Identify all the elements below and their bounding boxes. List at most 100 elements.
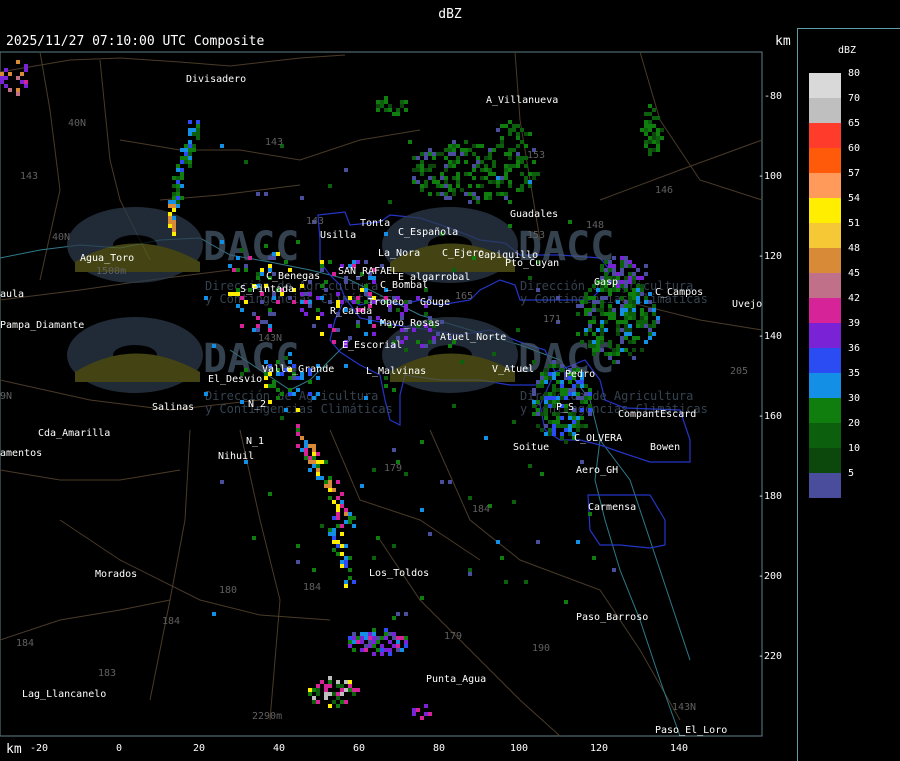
echo-pixel: [568, 428, 572, 432]
echo-pixel: [600, 332, 604, 336]
echo-pixel: [352, 300, 356, 304]
echo-pixel: [632, 292, 636, 296]
place-label: Usilla: [320, 230, 356, 241]
legend-label: 10: [848, 443, 861, 454]
echo-pixel: [476, 200, 480, 204]
echo-pixel: [332, 488, 336, 492]
echo-pixel: [340, 492, 344, 496]
echo-pixel: [588, 308, 592, 312]
echo-pixel: [192, 128, 196, 132]
echo-pixel: [464, 172, 468, 176]
echo-pixel: [496, 128, 500, 132]
echo-pixel: [632, 316, 636, 320]
echo-pixel: [352, 516, 356, 520]
echo-pixel: [396, 640, 400, 644]
echo-pixel: [628, 280, 632, 284]
echo-pixel: [540, 412, 544, 416]
echo-pixel: [184, 144, 188, 148]
echo-pixel: [180, 160, 184, 164]
svg-text:146: 146: [655, 185, 673, 196]
echo-pixel: [540, 472, 544, 476]
echo-pixel: [204, 296, 208, 300]
echo-pixel: [356, 260, 360, 264]
echo-pixel: [460, 148, 464, 152]
echo-pixel: [596, 300, 600, 304]
echo-pixel: [344, 168, 348, 172]
echo-pixel: [292, 300, 296, 304]
echo-pixel: [196, 128, 200, 132]
echo-pixel: [352, 648, 356, 652]
echo-pixel: [316, 464, 320, 468]
svg-text:165: 165: [455, 291, 473, 302]
echo-pixel: [488, 148, 492, 152]
echo-pixel: [504, 172, 508, 176]
svg-text:184: 184: [303, 582, 321, 593]
legend-swatch: 20: [809, 418, 860, 448]
echo-pixel: [316, 700, 320, 704]
legend-label: 54: [848, 193, 861, 204]
echo-pixel: [444, 148, 448, 152]
echo-pixel: [612, 568, 616, 572]
radar-map[interactable]: DACC Dirección de Agricultura y Continge…: [0, 0, 797, 761]
echo-pixel: [548, 376, 552, 380]
echo-pixel: [552, 364, 556, 368]
echo-pixel: [556, 396, 560, 400]
echo-pixel: [488, 168, 492, 172]
echo-pixel: [420, 160, 424, 164]
echo-pixel: [316, 296, 320, 300]
echo-pixel: [432, 156, 436, 160]
legend-label: 30: [848, 393, 861, 404]
echo-pixel: [360, 636, 364, 640]
echo-pixel: [316, 376, 320, 380]
echo-pixel: [388, 652, 392, 656]
echo-pixel: [240, 400, 244, 404]
echo-pixel: [332, 528, 336, 532]
echo-pixel: [404, 348, 408, 352]
echo-pixel: [464, 192, 468, 196]
echo-pixel: [596, 344, 600, 348]
echo-pixel: [292, 376, 296, 380]
echo-pixel: [336, 480, 340, 484]
echo-pixel: [376, 100, 380, 104]
echo-pixel: [384, 636, 388, 640]
echo-pixel: [336, 540, 340, 544]
echo-pixel: [628, 304, 632, 308]
echo-pixel: [508, 132, 512, 136]
echo-pixel: [476, 160, 480, 164]
echo-pixel: [340, 684, 344, 688]
echo-pixel: [588, 340, 592, 344]
echo-pixel: [560, 392, 564, 396]
echo-pixel: [476, 184, 480, 188]
echo-pixel: [256, 272, 260, 276]
echo-pixel: [352, 640, 356, 644]
echo-pixel: [656, 136, 660, 140]
echo-pixel: [252, 328, 256, 332]
echo-pixel: [576, 428, 580, 432]
echo-pixel: [620, 320, 624, 324]
echo-pixel: [608, 264, 612, 268]
echo-pixel: [308, 444, 312, 448]
place-label: Nihuil: [218, 451, 254, 462]
echo-pixel: [588, 408, 592, 412]
echo-pixel: [172, 184, 176, 188]
echo-pixel: [620, 328, 624, 332]
echo-pixel: [624, 320, 628, 324]
echo-pixel: [364, 396, 368, 400]
echo-pixel: [500, 144, 504, 148]
echo-pixel: [396, 612, 400, 616]
y-tick: -120: [758, 251, 782, 262]
echo-pixel: [372, 632, 376, 636]
svg-text:40N: 40N: [52, 232, 70, 243]
echo-pixel: [176, 200, 180, 204]
echo-pixel: [288, 376, 292, 380]
echo-pixel: [404, 636, 408, 640]
echo-pixel: [636, 284, 640, 288]
echo-pixel: [656, 116, 660, 120]
place-label: Agua_Toro: [80, 253, 134, 264]
echo-pixel: [176, 180, 180, 184]
echo-pixel: [392, 544, 396, 548]
echo-pixel: [0, 76, 4, 80]
echo-pixel: [516, 136, 520, 140]
x-tick: 0: [116, 743, 122, 754]
echo-pixel: [432, 164, 436, 168]
